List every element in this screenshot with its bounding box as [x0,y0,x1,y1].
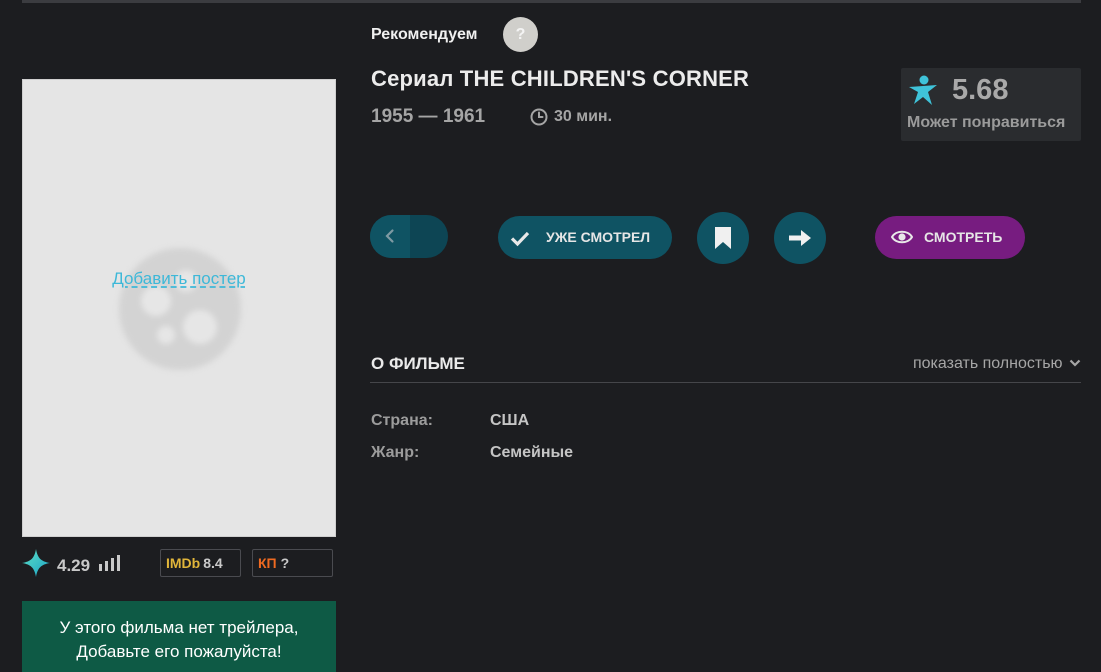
imdb-value: 8.4 [203,555,223,571]
duration: 30 мин. [554,108,613,125]
already-watched-button[interactable]: УЖЕ СМОТРЕЛ [498,216,672,259]
watch-label: СМОТРЕТЬ [924,229,1003,245]
person-star-icon [909,75,937,105]
chevron-down-icon [1069,359,1081,367]
recommendation-score: 5.68 Может понравиться [901,68,1081,141]
add-poster-link[interactable]: Добавить постер [23,269,335,289]
film-reel-icon [119,248,241,370]
already-watched-label: УЖЕ СМОТРЕЛ [546,229,651,245]
imdb-rating-badge[interactable]: IMDb 8.4 [160,549,241,577]
country-value: США [490,412,530,429]
next-button[interactable] [774,212,826,264]
imdb-label: IMDb [166,555,201,571]
ratings-row: 4.29 IMDb 8.4 КП? [22,549,336,577]
site-rating-value: 4.29 [57,556,91,575]
genre-label: Жанр: [371,444,420,461]
poster-placeholder: Добавить постер [22,79,336,537]
check-icon [510,231,530,247]
score-value: 5.68 [952,74,1009,106]
country-label: Страна: [371,412,433,429]
kp-label: КП [258,555,277,571]
show-full-link[interactable]: показать полностью [913,355,1081,373]
show-full-label: показать полностью [912,355,1063,372]
signal-bars-icon [99,555,123,571]
bookmark-button[interactable] [697,212,749,264]
kp-value: ? [280,555,290,571]
genre-value[interactable]: Семейные [490,444,573,462]
score-label: Может понравиться [907,114,1066,131]
clock-icon [530,108,548,126]
release-years: 1955 — 1961 [371,106,486,127]
previous-button[interactable] [370,215,448,258]
about-divider [370,382,1081,383]
no-trailer-notice[interactable]: У этого фильма нет трейлера, Добавьте ег… [22,601,336,672]
eye-icon [891,230,913,244]
chevron-left-icon [385,229,394,243]
watch-button[interactable]: СМОТРЕТЬ [875,216,1025,259]
help-icon[interactable]: ? [503,17,538,52]
page-title: Сериал THE CHILDREN'S CORNER [371,66,750,91]
bookmark-icon [715,227,731,249]
trailer-line-2: Добавьте его пожалуйста! [76,642,282,661]
recommend-label: Рекомендуем [371,26,478,43]
arrow-right-icon [789,230,811,246]
trailer-line-1: У этого фильма нет трейлера, [59,618,299,637]
about-heading: О ФИЛЬМЕ [371,354,465,373]
star-icon [22,549,50,577]
top-divider [22,0,1081,3]
kp-rating-badge[interactable]: КП? [252,549,333,577]
